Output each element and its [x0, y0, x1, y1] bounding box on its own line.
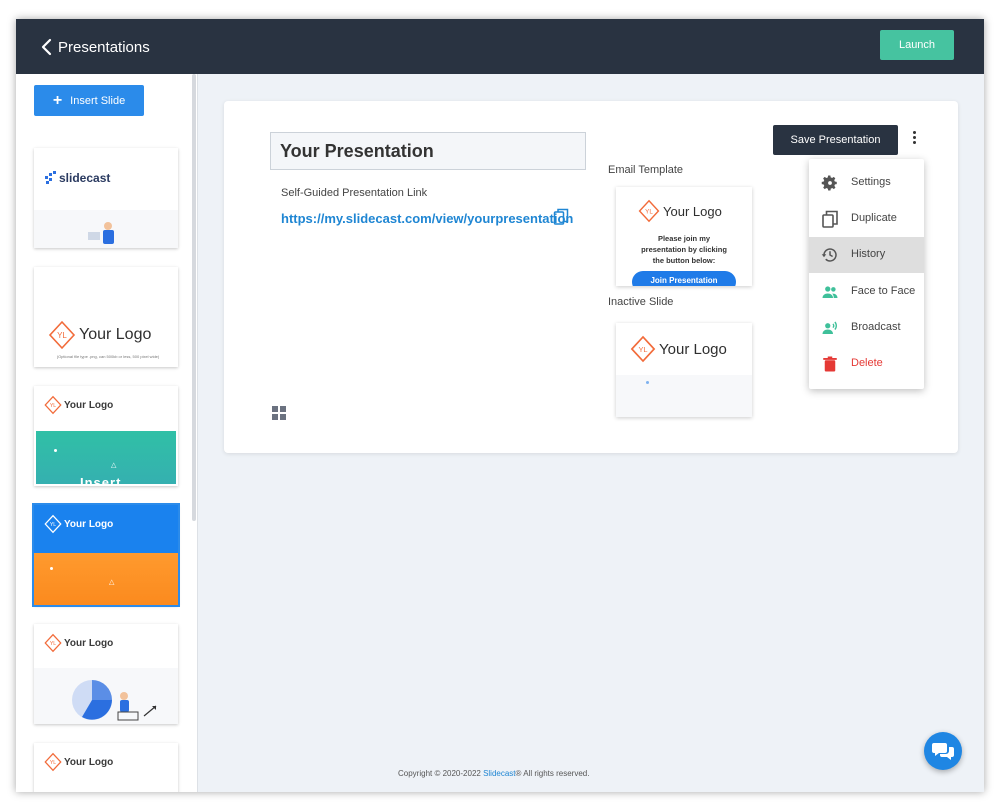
- chat-support-button[interactable]: [924, 732, 962, 770]
- inactive-slide-preview[interactable]: YL Your Logo: [616, 323, 752, 417]
- slide-thumbnail-2[interactable]: YL Your Logo (Optional file type .png, c…: [34, 267, 178, 367]
- menu-label: History: [851, 248, 886, 260]
- menu-label: Duplicate: [851, 212, 897, 224]
- grid-view-icon[interactable]: [272, 406, 286, 420]
- copyright-suffix: ® All rights reserved.: [515, 769, 590, 778]
- svg-text:YL: YL: [50, 760, 56, 766]
- inactive-slide-label: Inactive Slide: [608, 296, 674, 308]
- logo-text: Your Logo: [79, 326, 152, 343]
- chat-bubbles-icon: [932, 743, 954, 760]
- logo-diamond-icon: YL: [44, 752, 62, 772]
- menu-item-broadcast[interactable]: Broadcast: [809, 310, 924, 346]
- join-presentation-button: Join Presentation: [632, 271, 736, 286]
- logo-text: Your Logo: [663, 203, 722, 219]
- back-arrow-icon[interactable]: [36, 36, 58, 58]
- email-line-1: Please join my: [657, 234, 711, 243]
- email-template-preview[interactable]: YL Your Logo Please join my presentation…: [616, 187, 752, 286]
- person-laptop-illustration: [88, 222, 114, 244]
- slide-thumbnail-4[interactable]: YL Your Logo △: [34, 505, 178, 605]
- svg-text:YL: YL: [645, 208, 653, 215]
- trash-icon: [823, 356, 837, 372]
- banner-text: Insert: [80, 475, 122, 486]
- email-line-3: the button below:: [652, 256, 716, 265]
- more-options-icon[interactable]: [908, 131, 920, 149]
- menu-label: Delete: [851, 357, 883, 369]
- svg-text:YL: YL: [638, 345, 647, 354]
- slidecast-logo: slidecast: [43, 170, 110, 186]
- logo-caption: (Optional file type .png, can 500kb or l…: [56, 354, 160, 359]
- copy-icon: [822, 210, 838, 228]
- logo-diamond-icon: YL: [44, 633, 62, 653]
- broadcast-icon: [822, 321, 837, 334]
- your-logo-mark: YL Your Logo: [638, 199, 722, 223]
- menu-item-history[interactable]: History: [809, 237, 924, 273]
- logo-text: Your Logo: [64, 756, 114, 768]
- svg-text:YL: YL: [50, 522, 56, 528]
- logo-diamond-icon: YL: [48, 320, 76, 350]
- menu-item-face-to-face[interactable]: Face to Face: [809, 274, 924, 310]
- menu-label: Broadcast: [851, 321, 901, 333]
- your-logo-mark: YL Your Logo: [44, 752, 113, 772]
- logo-diamond-icon: YL: [630, 335, 656, 363]
- your-logo-mark: YL Your Logo: [44, 514, 113, 534]
- logo-text: Your Logo: [659, 340, 727, 358]
- copyright-prefix: Copyright © 2020-2022: [398, 769, 484, 778]
- presentation-card: Self-Guided Presentation Link https://my…: [224, 101, 958, 453]
- svg-text:YL: YL: [50, 403, 56, 409]
- link-label: Self-Guided Presentation Link: [281, 187, 428, 199]
- menu-item-delete[interactable]: Delete: [809, 346, 924, 382]
- email-body-text: Please join my presentation by clicking …: [616, 233, 752, 266]
- save-presentation-button[interactable]: Save Presentation: [773, 125, 898, 155]
- your-logo-mark: YL Your Logo: [48, 320, 151, 350]
- gear-icon: [821, 175, 837, 191]
- your-logo-mark: YL Your Logo: [44, 395, 113, 415]
- logo-text: Your Logo: [64, 637, 114, 649]
- logo-diamond-icon: YL: [44, 514, 62, 534]
- top-bar: Presentations Launch: [16, 19, 984, 74]
- launch-button[interactable]: Launch: [880, 30, 954, 60]
- presentation-title-input[interactable]: [270, 132, 586, 170]
- logo-diamond-icon: YL: [638, 199, 660, 223]
- sidebar-scrollbar[interactable]: [192, 74, 196, 521]
- svg-text:YL: YL: [50, 641, 56, 647]
- sidebar-divider: [197, 74, 198, 792]
- history-icon: [821, 248, 837, 262]
- inactive-illustration-area: [616, 375, 752, 417]
- svg-text:YL: YL: [57, 331, 67, 340]
- orange-banner: △: [34, 553, 178, 605]
- your-logo-mark: YL Your Logo: [44, 633, 113, 653]
- slide-thumbnail-3[interactable]: YL Your Logo △ Insert: [34, 386, 178, 486]
- menu-item-duplicate[interactable]: Duplicate: [809, 201, 924, 237]
- slide-thumbnail-1[interactable]: slidecast: [34, 148, 178, 248]
- menu-label: Settings: [851, 176, 891, 188]
- logo-text: Your Logo: [64, 518, 114, 530]
- footer-brand-link[interactable]: Slidecast: [483, 769, 515, 778]
- slide-sidebar: + Insert Slide slidecast YL Your Logo (O…: [16, 74, 198, 792]
- app-window: Presentations Launch + Insert Slide slid…: [16, 19, 984, 792]
- logo-text: Your Logo: [64, 399, 114, 411]
- plus-icon: +: [52, 91, 63, 109]
- menu-item-settings[interactable]: Settings: [809, 165, 924, 201]
- email-line-2: presentation by clicking: [641, 245, 727, 254]
- menu-label: Face to Face: [851, 285, 916, 297]
- insert-slide-button[interactable]: + Insert Slide: [34, 85, 144, 116]
- slide-thumbnail-5[interactable]: YL Your Logo: [34, 624, 178, 724]
- presentation-link[interactable]: https://my.slidecast.com/view/yourpresen…: [281, 211, 573, 226]
- logo-diamond-icon: YL: [44, 395, 62, 415]
- teal-banner: △ Insert: [36, 431, 176, 486]
- slidecast-mark-icon: [45, 171, 56, 184]
- copy-icon[interactable]: [553, 208, 569, 226]
- options-menu: Settings Duplicate History Face to Face …: [809, 159, 924, 389]
- your-logo-mark: YL Your Logo: [630, 335, 727, 363]
- slide-thumbnail-6[interactable]: YL Your Logo: [34, 743, 178, 792]
- pie-chart-illustration: [72, 680, 157, 721]
- slidecast-logo-text: slidecast: [59, 171, 111, 185]
- copyright-footer: Copyright © 2020-2022 Slidecast® All rig…: [398, 769, 589, 778]
- page-title: Presentations: [58, 39, 150, 56]
- insert-slide-label: Insert Slide: [70, 94, 126, 107]
- people-icon: [822, 286, 838, 298]
- email-template-label: Email Template: [608, 164, 683, 176]
